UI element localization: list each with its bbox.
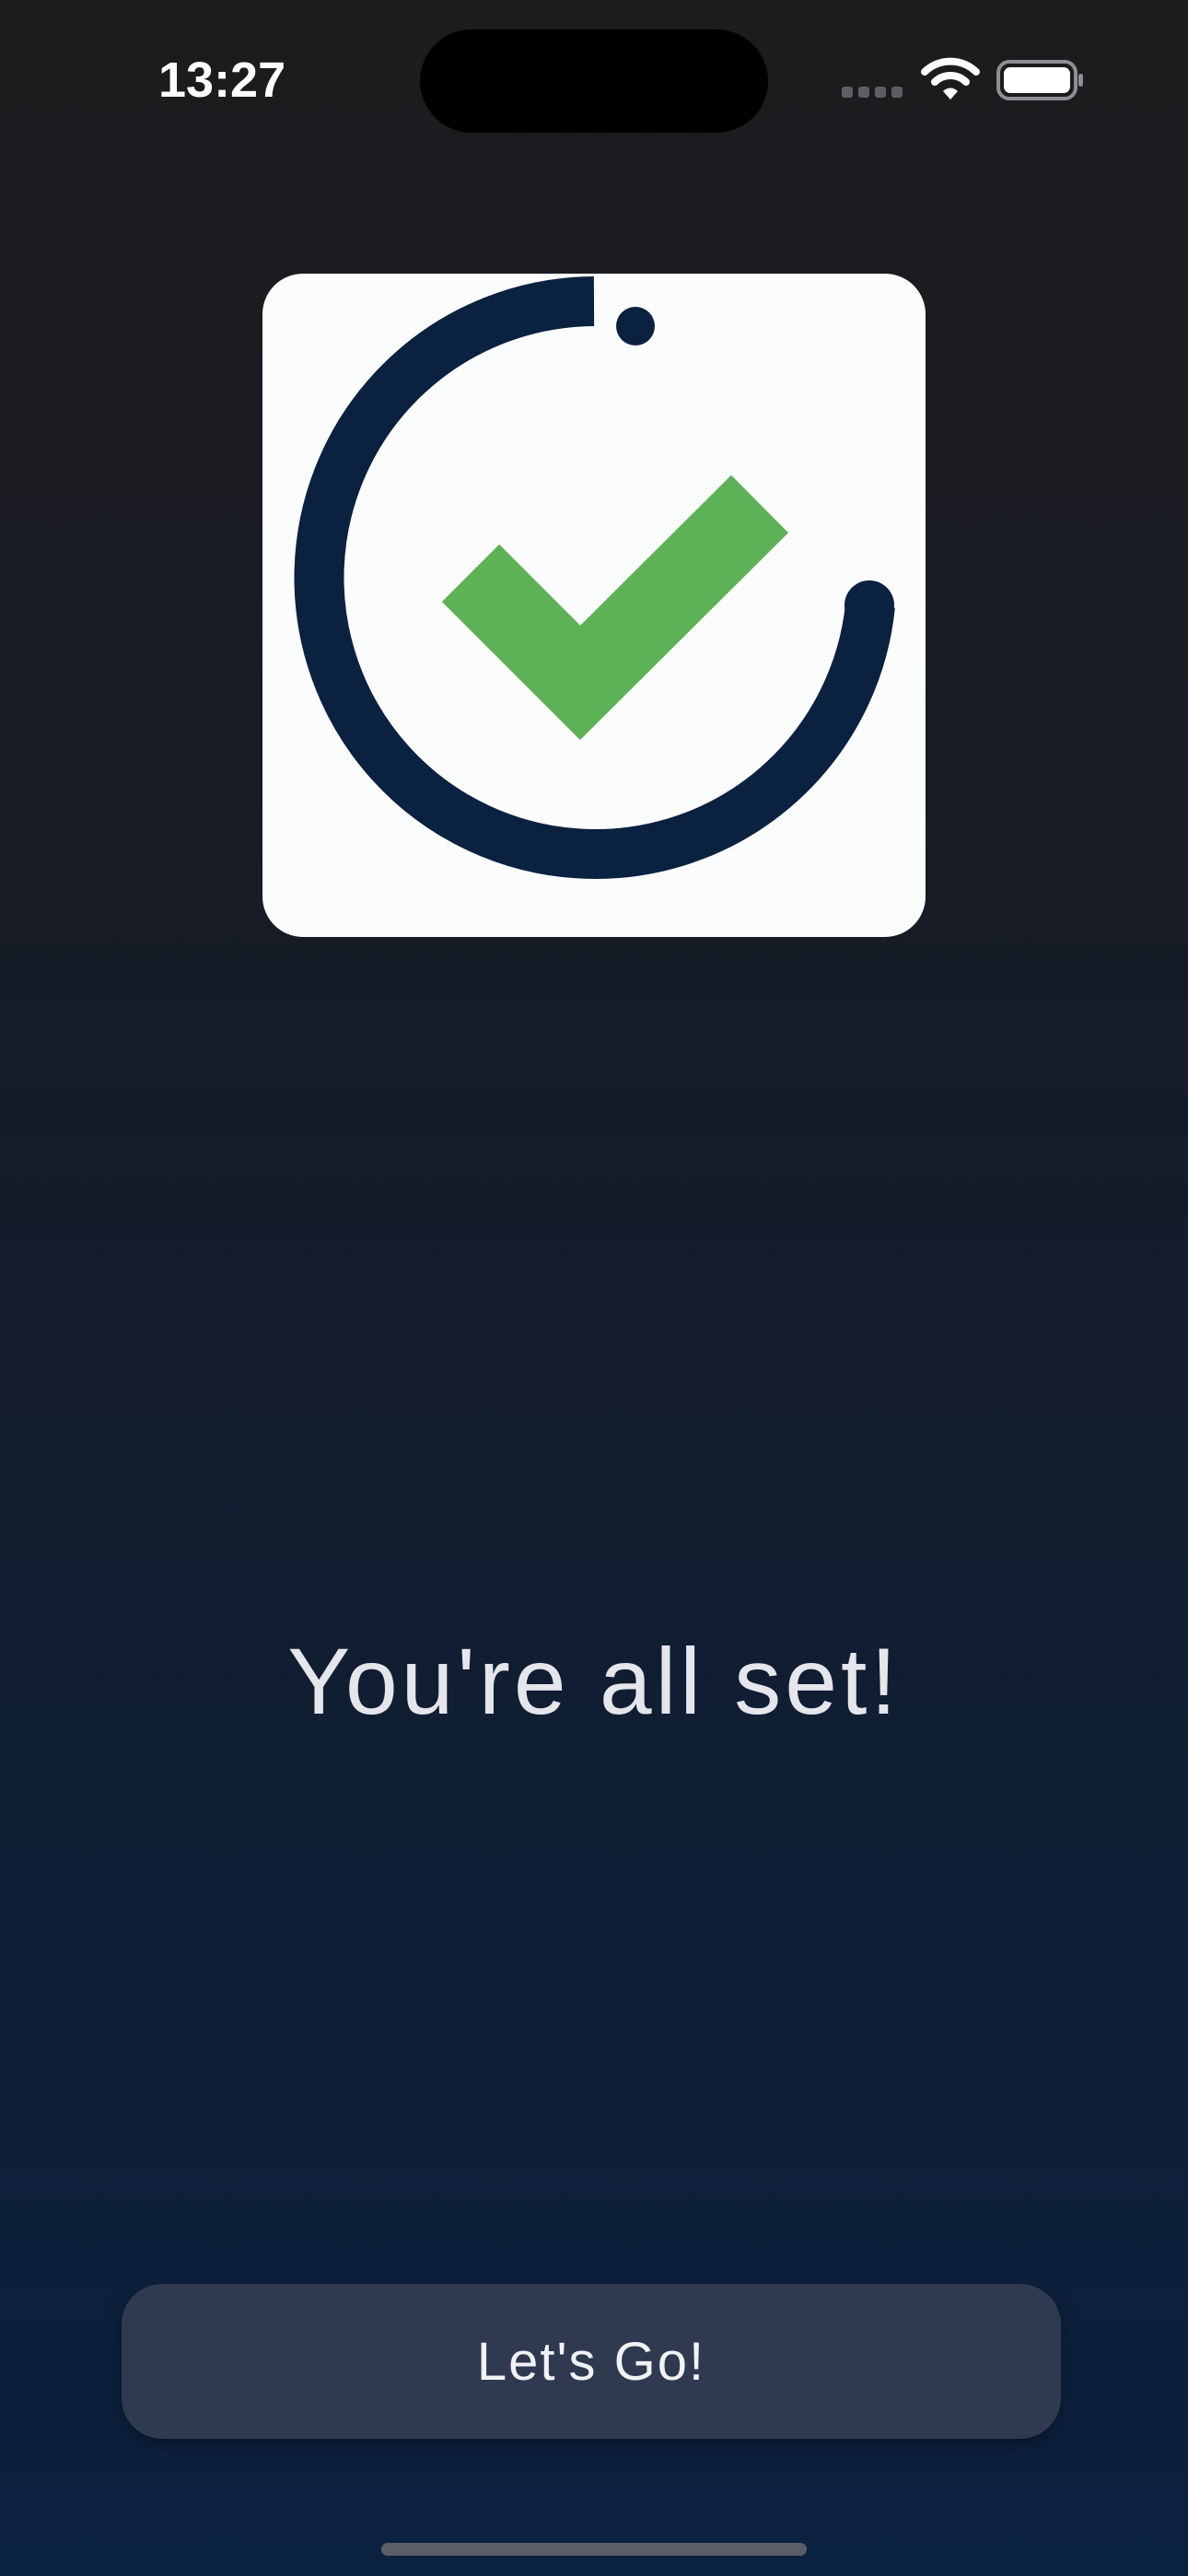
checkmark-icon <box>441 474 789 741</box>
completion-headline: You're all set! <box>287 1629 901 1734</box>
wifi-icon <box>921 57 980 100</box>
dynamic-island <box>420 29 768 133</box>
cellular-signal-icon <box>842 87 904 100</box>
status-time: 13:27 <box>158 53 286 108</box>
lets-go-button[interactable]: Let's Go! <box>122 2284 1061 2439</box>
checkmark-circle-logo <box>294 276 895 879</box>
home-indicator[interactable] <box>381 2543 807 2556</box>
logo-dot <box>616 307 655 345</box>
status-bar: 13:27 <box>0 0 1188 157</box>
app-logo <box>262 274 926 937</box>
battery-icon <box>996 60 1083 100</box>
